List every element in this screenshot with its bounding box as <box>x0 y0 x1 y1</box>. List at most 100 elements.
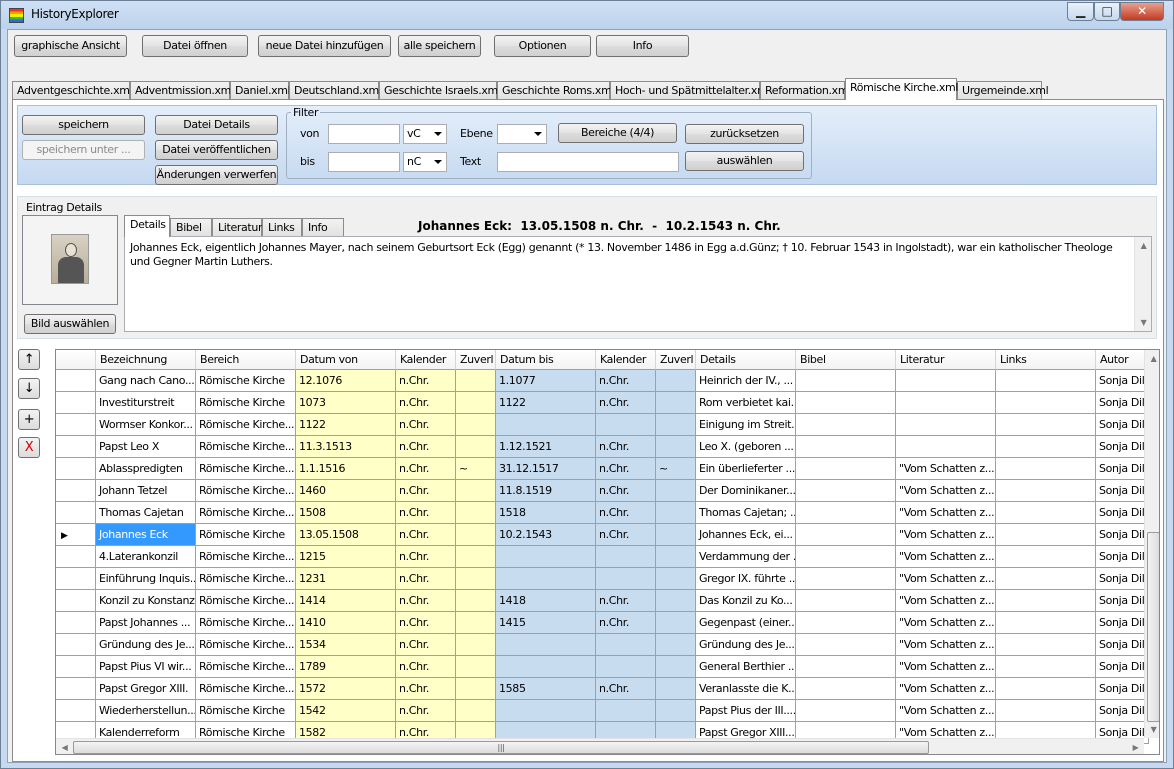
tab-hoch-spaetmittelalter[interactable]: Hoch- und Spätmittelalter.xml <box>610 81 771 100</box>
cell-links[interactable] <box>996 568 1096 590</box>
cell-bereich[interactable]: Römische Kirche <box>196 392 296 414</box>
scroll-down-icon[interactable]: ▼ <box>1135 314 1151 331</box>
cell-literatur[interactable]: "Vom Schatten z... <box>896 524 996 546</box>
save-as-button[interactable]: speichern unter ... <box>22 140 145 160</box>
cell-bereich[interactable]: Römische Kirche.... <box>196 480 296 502</box>
row-header[interactable] <box>56 590 96 612</box>
table-row[interactable]: Papst Johannes ... Römische Kirche.... 141… <box>56 612 1149 634</box>
cell-literatur[interactable]: "Vom Schatten z... <box>896 700 996 722</box>
cell-zuverl-bis[interactable] <box>656 370 696 392</box>
cell-datum-bis[interactable] <box>496 568 596 590</box>
add-file-button[interactable]: neue Datei hinzufügen <box>258 35 391 57</box>
cell-bezeichnung[interactable]: Papst Pius VI wir... <box>96 656 196 678</box>
table-horizontal-scrollbar[interactable]: ◀ ||| ▶ <box>56 738 1144 754</box>
cell-literatur[interactable] <box>896 414 996 436</box>
table-row[interactable]: Gang nach Cano... Römische Kirche 12.1076 n… <box>56 370 1149 392</box>
cell-bibel[interactable] <box>796 392 896 414</box>
cell-literatur[interactable] <box>896 436 996 458</box>
cell-zuverl-von[interactable] <box>456 436 496 458</box>
tab-geschichte-roms[interactable]: Geschichte Roms.xml <box>497 81 615 100</box>
cell-literatur[interactable]: "Vom Schatten z... <box>896 612 996 634</box>
cell-kalender-von[interactable]: n.Chr. <box>396 502 456 524</box>
cell-kalender-bis[interactable]: n.Chr. <box>596 436 656 458</box>
cell-bezeichnung[interactable]: Ablasspredigten <box>96 458 196 480</box>
column-header-kalender-von[interactable]: Kalender <box>396 350 456 370</box>
cell-zuverl-von[interactable] <box>456 524 496 546</box>
cell-datum-bis[interactable]: 1.1077 <box>496 370 596 392</box>
column-header-autor[interactable]: Autor <box>1096 350 1149 370</box>
cell-kalender-bis[interactable]: n.Chr. <box>596 612 656 634</box>
cell-autor[interactable]: Sonja Dilly <box>1096 656 1149 678</box>
save-button[interactable]: speichern <box>22 115 145 135</box>
cell-kalender-bis[interactable] <box>596 414 656 436</box>
cell-kalender-bis[interactable]: n.Chr. <box>596 370 656 392</box>
cell-zuverl-von[interactable] <box>456 546 496 568</box>
cell-datum-bis[interactable]: 1518 <box>496 502 596 524</box>
cell-links[interactable] <box>996 458 1096 480</box>
table-row[interactable]: ▶ Johannes Eck Römische Kirche 13.05.1508 n.… <box>56 524 1149 546</box>
cell-kalender-bis[interactable] <box>596 546 656 568</box>
cell-bezeichnung[interactable]: Johannes Eck <box>96 524 196 546</box>
cell-kalender-von[interactable]: n.Chr. <box>396 414 456 436</box>
table-row[interactable]: Investiturstreit Römische Kirche 1073 n.Chr… <box>56 392 1149 414</box>
column-header-kalender-bis[interactable]: Kalender <box>596 350 656 370</box>
cell-autor[interactable]: Sonja Dilly <box>1096 590 1149 612</box>
cell-zuverl-von[interactable] <box>456 656 496 678</box>
cell-kalender-von[interactable]: n.Chr. <box>396 612 456 634</box>
row-header[interactable]: ▶ <box>56 524 96 546</box>
cell-autor[interactable]: Sonja Dilly <box>1096 678 1149 700</box>
cell-zuverl-bis[interactable] <box>656 590 696 612</box>
row-header[interactable] <box>56 436 96 458</box>
cell-bereich[interactable]: Römische Kirche <box>196 524 296 546</box>
cell-datum-von[interactable]: 1542 <box>296 700 396 722</box>
cell-zuverl-bis[interactable] <box>656 568 696 590</box>
tab-adventgeschichte[interactable]: Adventgeschichte.xml <box>12 81 133 100</box>
description-scrollbar[interactable]: ▲ ▼ <box>1134 237 1151 331</box>
table-row[interactable]: Thomas Cajetan Römische Kirche.... 1508 n.C… <box>56 502 1149 524</box>
cell-zuverl-von[interactable] <box>456 678 496 700</box>
cell-bibel[interactable] <box>796 370 896 392</box>
cell-links[interactable] <box>996 656 1096 678</box>
cell-kalender-bis[interactable] <box>596 656 656 678</box>
move-down-button[interactable]: ↓ <box>18 378 40 399</box>
cell-details[interactable]: General Berthier ... <box>696 656 796 678</box>
cell-kalender-von[interactable]: n.Chr. <box>396 436 456 458</box>
cell-datum-bis[interactable] <box>496 656 596 678</box>
cell-links[interactable] <box>996 480 1096 502</box>
cell-autor[interactable]: Sonja Dilly <box>1096 568 1149 590</box>
table-row[interactable]: Wormser Konkor... Römische Kirche.... 1122… <box>56 414 1149 436</box>
cell-zuverl-bis[interactable] <box>656 436 696 458</box>
cell-zuverl-bis[interactable] <box>656 656 696 678</box>
tab-roemische-kirche[interactable]: Römische Kirche.xml <box>845 78 958 100</box>
tab-reformation[interactable]: Reformation.xml <box>760 81 851 100</box>
cell-links[interactable] <box>996 634 1096 656</box>
cell-bibel[interactable] <box>796 546 896 568</box>
cell-datum-bis[interactable]: 1418 <box>496 590 596 612</box>
cell-zuverl-bis[interactable] <box>656 678 696 700</box>
tab-deutschland[interactable]: Deutschland.xml <box>289 81 382 100</box>
cell-datum-von[interactable]: 1122 <box>296 414 396 436</box>
cell-literatur[interactable] <box>896 392 996 414</box>
cell-autor[interactable]: Sonja Dilly <box>1096 458 1149 480</box>
cell-bibel[interactable] <box>796 436 896 458</box>
cell-zuverl-bis[interactable] <box>656 414 696 436</box>
cell-zuverl-bis[interactable] <box>656 524 696 546</box>
cell-datum-von[interactable]: 12.1076 <box>296 370 396 392</box>
cell-bezeichnung[interactable]: Papst Leo X <box>96 436 196 458</box>
cell-bibel[interactable] <box>796 568 896 590</box>
cell-bibel[interactable] <box>796 590 896 612</box>
cell-datum-bis[interactable] <box>496 414 596 436</box>
scroll-up-icon[interactable]: ▲ <box>1135 237 1151 254</box>
save-all-button[interactable]: alle speichern <box>398 35 481 57</box>
cell-datum-bis[interactable]: 10.2.1543 <box>496 524 596 546</box>
cell-details[interactable]: Thomas Cajetan; ... <box>696 502 796 524</box>
cell-bereich[interactable]: Römische Kirche.... <box>196 568 296 590</box>
column-header-details[interactable]: Details <box>696 350 796 370</box>
cell-bibel[interactable] <box>796 612 896 634</box>
cell-bereich[interactable]: Römische Kirche.... <box>196 436 296 458</box>
row-header[interactable] <box>56 502 96 524</box>
cell-bereich[interactable]: Römische Kirche.... <box>196 590 296 612</box>
horizontal-scroll-thumb[interactable]: ||| <box>73 741 929 754</box>
scroll-down-icon[interactable]: ▼ <box>1145 721 1159 738</box>
cell-details[interactable]: Das Konzil zu Ko... <box>696 590 796 612</box>
